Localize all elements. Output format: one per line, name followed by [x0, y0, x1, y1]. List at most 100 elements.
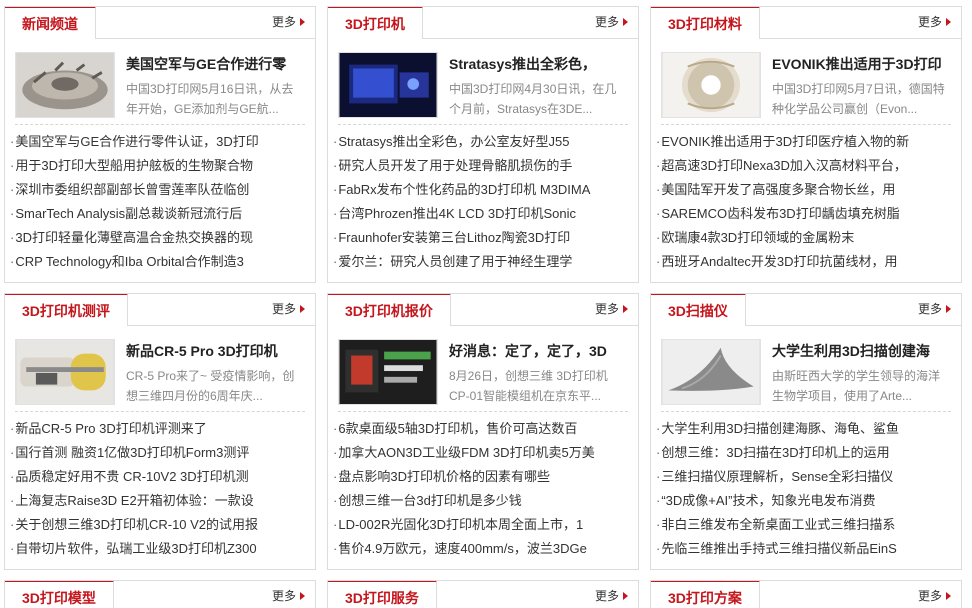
list-item[interactable]: ·美国空军与GE合作进行零件认证，3D打印: [10, 130, 315, 154]
list-item[interactable]: ·3D打印轻量化薄壁高温合金热交换器的现: [10, 226, 315, 250]
arrow-right-icon: [946, 305, 951, 313]
list-item[interactable]: ·自带切片软件，弘瑞工业级3D打印机Z300: [10, 537, 315, 561]
list-item[interactable]: ·盘点影响3D打印机价格的因素有哪些: [333, 465, 638, 489]
news-list: ·美国空军与GE合作进行零件认证，3D打印 ·用于3D打印大型船用护舷板的生物聚…: [5, 125, 315, 274]
feature-title[interactable]: Stratasys推出全彩色，: [449, 54, 628, 74]
more-link[interactable]: 更多: [595, 302, 628, 316]
panel-3d-models: 3D打印模型 更多: [4, 580, 316, 608]
list-item[interactable]: ·爱尔兰：研究人员创建了用于神经生理学: [333, 250, 638, 274]
list-item[interactable]: ·EVONIK推出适用于3D打印医疗植入物的新: [656, 130, 961, 154]
list-item[interactable]: ·上海复志Raise3D E2开箱初体验：一款设: [10, 489, 315, 513]
feature-thumbnail[interactable]: [15, 52, 115, 118]
list-item[interactable]: ·用于3D打印大型船用护舷板的生物聚合物: [10, 154, 315, 178]
more-link[interactable]: 更多: [918, 15, 951, 29]
list-item[interactable]: ·台湾Phrozen推出4K LCD 3D打印机Sonic: [333, 202, 638, 226]
more-link[interactable]: 更多: [918, 302, 951, 316]
more-link[interactable]: 更多: [595, 589, 628, 603]
turbine-part-image: [16, 53, 114, 117]
caliper-measurement-image: [16, 340, 114, 404]
panel-printer-reviews: 3D打印机测评 更多 新品CR-5 Pro 3D打印机 CR-5 Pro来了~ …: [4, 293, 316, 570]
list-item[interactable]: ·6款桌面级5轴3D打印机，售价可高达数百: [333, 417, 638, 441]
arrow-right-icon: [623, 18, 628, 26]
panel-header: 3D打印机测评 更多: [5, 294, 315, 326]
panel-header: 3D扫描仪 更多: [651, 294, 961, 326]
panel-header: 3D打印机 更多: [328, 7, 638, 39]
list-item[interactable]: ·SAREMCO齿科发布3D打印龋齿填充树脂: [656, 202, 961, 226]
feature-title[interactable]: 新品CR-5 Pro 3D打印机: [126, 341, 305, 361]
list-item[interactable]: ·深圳市委组织部副部长曾雪莲率队莅临创: [10, 178, 315, 202]
list-item[interactable]: ·非白三维发布全新桌面工业式三维扫描系: [656, 513, 961, 537]
panel-header: 3D打印材料 更多: [651, 7, 961, 39]
list-item[interactable]: ·CRP Technology和Iba Orbital合作制造3: [10, 250, 315, 274]
list-item[interactable]: ·研究人员开发了用于处理骨骼肌损伤的手: [333, 154, 638, 178]
more-label: 更多: [271, 302, 296, 316]
printer-image: [339, 53, 437, 117]
feature-title[interactable]: 好消息：定了，定了，3D: [449, 341, 628, 361]
list-item[interactable]: ·美国陆军开发了高强度多聚合物长丝，用: [656, 178, 961, 202]
list-item[interactable]: ·LD-002R光固化3D打印机本周全面上市，1: [333, 513, 638, 537]
list-item[interactable]: ·SmarTech Analysis副总裁谈新冠流行后: [10, 202, 315, 226]
panel-title[interactable]: 3D打印材料: [651, 7, 760, 39]
more-label: 更多: [917, 302, 942, 316]
feature-article: Stratasys推出全彩色， 中国3D打印网4月30日讯，在几个月前，Stra…: [338, 39, 628, 125]
list-item[interactable]: ·新品CR-5 Pro 3D打印机评测来了: [10, 417, 315, 441]
list-item[interactable]: ·Fraunhofer安装第三台Lithoz陶瓷3D打印: [333, 226, 638, 250]
feature-summary: 中国3D打印网5月7日讯，德国特种化学品公司赢创（Evon...: [772, 82, 945, 116]
feature-thumbnail[interactable]: [661, 339, 761, 405]
panel-header: 新闻频道 更多: [5, 7, 315, 39]
more-label: 更多: [271, 15, 296, 29]
list-item[interactable]: ·欧瑞康4款3D打印领域的金属粉末: [656, 226, 961, 250]
more-link[interactable]: 更多: [272, 589, 305, 603]
panel-title[interactable]: 3D打印服务: [328, 581, 437, 608]
list-item[interactable]: ·关于创想三维3D打印机CR-10 V2的试用报: [10, 513, 315, 537]
list-item[interactable]: ·先临三维推出手持式三维扫描仪新品EinS: [656, 537, 961, 561]
list-item[interactable]: ·国行首测 融资1亿做3D打印机Form3测评: [10, 441, 315, 465]
feature-title[interactable]: 美国空军与GE合作进行零: [126, 54, 305, 74]
more-link[interactable]: 更多: [595, 15, 628, 29]
list-item[interactable]: ·品质稳定好用不贵 CR-10V2 3D打印机测: [10, 465, 315, 489]
list-item[interactable]: ·Stratasys推出全彩色，办公室友好型J55: [333, 130, 638, 154]
list-item[interactable]: ·超高速3D打印Nexa3D加入汉高材料平台，: [656, 154, 961, 178]
list-item[interactable]: ·加拿大AON3D工业级FDM 3D打印机卖5万美: [333, 441, 638, 465]
feature-title[interactable]: 大学生利用3D扫描创建海: [772, 341, 951, 361]
feature-summary: 8月26日，创想三维 3D打印机CP-01智能模组机在京东平...: [449, 369, 608, 403]
arrow-right-icon: [300, 305, 305, 313]
panel-title[interactable]: 3D打印模型: [5, 581, 114, 608]
more-link[interactable]: 更多: [918, 589, 951, 603]
panel-3d-services: 3D打印服务 更多: [327, 580, 639, 608]
panel-title[interactable]: 3D打印机报价: [328, 294, 451, 326]
panel-header: 3D打印方案 更多: [651, 581, 961, 608]
panel-title[interactable]: 新闻频道: [5, 7, 96, 39]
panel-title[interactable]: 3D打印机测评: [5, 294, 128, 326]
list-item[interactable]: ·FabRx发布个性化药品的3D打印机 M3DIMA: [333, 178, 638, 202]
feature-summary: 中国3D打印网5月16日讯，从去年开始，GE添加剂与GE航...: [126, 82, 294, 116]
panel-title[interactable]: 3D扫描仪: [651, 294, 746, 326]
list-item[interactable]: ·创想三维一台3d打印机是多少钱: [333, 489, 638, 513]
feature-thumbnail[interactable]: [338, 52, 438, 118]
more-link[interactable]: 更多: [272, 15, 305, 29]
panel-title[interactable]: 3D打印机: [328, 7, 423, 39]
arrow-right-icon: [300, 592, 305, 600]
feature-thumbnail[interactable]: [15, 339, 115, 405]
list-item[interactable]: ·西班牙Andaltec开发3D打印抗菌线材，用: [656, 250, 961, 274]
arrow-right-icon: [946, 592, 951, 600]
list-item[interactable]: ·大学生利用3D扫描创建海豚、海龟、鲨鱼: [656, 417, 961, 441]
panel-3d-materials: 3D打印材料 更多 EVONIK推出适用于3D打印 中国3D打印网5月7日讯，德…: [650, 6, 962, 283]
news-list: ·EVONIK推出适用于3D打印医疗植入物的新 ·超高速3D打印Nexa3D加入…: [651, 125, 961, 274]
feature-summary: 中国3D打印网4月30日讯，在几个月前，Stratasys在3DE...: [449, 82, 617, 116]
more-link[interactable]: 更多: [272, 302, 305, 316]
list-item[interactable]: ·“3D成像+AI”技术，知象光电发布消费: [656, 489, 961, 513]
list-item[interactable]: ·三维扫描仪原理解析，Sense全彩扫描仪: [656, 465, 961, 489]
list-item[interactable]: ·创想三维：3D扫描在3D打印机上的运用: [656, 441, 961, 465]
panel-title[interactable]: 3D打印方案: [651, 581, 760, 608]
more-label: 更多: [917, 589, 942, 603]
panel-header: 3D打印服务 更多: [328, 581, 638, 608]
feature-article: 新品CR-5 Pro 3D打印机 CR-5 Pro来了~ 受疫情影响，创想三维四…: [15, 326, 305, 412]
shark-fin-model-image: [662, 340, 760, 404]
feature-title[interactable]: EVONIK推出适用于3D打印: [772, 54, 951, 74]
feature-thumbnail[interactable]: [661, 52, 761, 118]
list-item[interactable]: ·售价4.9万欧元，速度400mm/s，波兰3DGe: [333, 537, 638, 561]
feature-summary: CR-5 Pro来了~ 受疫情影响，创想三维四月份的6周年庆...: [126, 369, 295, 403]
feature-thumbnail[interactable]: [338, 339, 438, 405]
news-list: ·新品CR-5 Pro 3D打印机评测来了 ·国行首测 融资1亿做3D打印机Fo…: [5, 412, 315, 561]
